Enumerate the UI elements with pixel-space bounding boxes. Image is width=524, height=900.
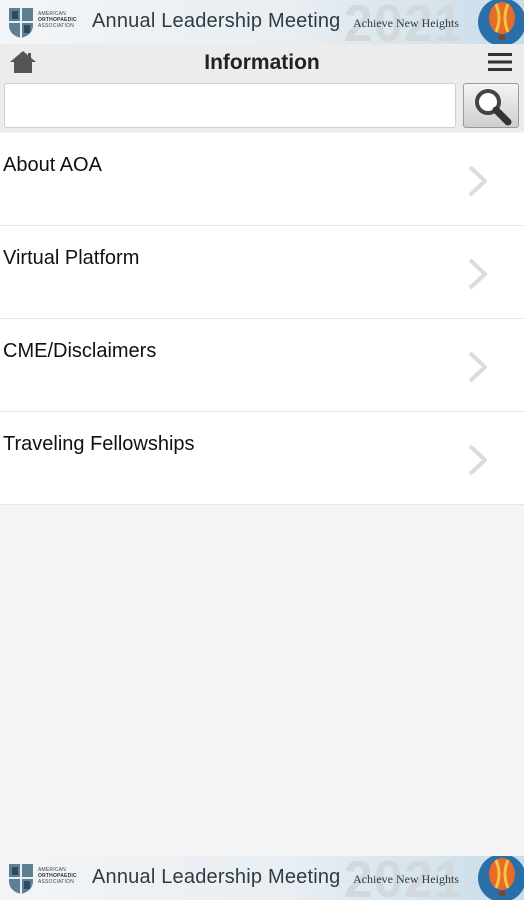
banner-tagline: Achieve New Heights (353, 16, 459, 30)
list-item-virtual-platform[interactable]: Virtual Platform (0, 226, 524, 319)
magnifier-icon (475, 89, 512, 126)
bottom-banner[interactable]: AMERICAN ORTHOPAEDIC ASSOCIATION 2021 An… (0, 856, 524, 900)
aoa-logo-icon (9, 864, 33, 894)
association-name: AMERICAN ORTHOPAEDIC ASSOCIATION (38, 867, 90, 885)
association-line: ASSOCIATION (38, 879, 75, 885)
page-title: Information (204, 51, 320, 74)
list-item-label: Virtual Platform (3, 247, 140, 269)
chevron-right-icon (468, 351, 487, 383)
hot-air-balloon-icon (478, 0, 524, 44)
menu-icon[interactable] (487, 51, 513, 73)
search-button[interactable] (463, 83, 519, 128)
chevron-right-icon (468, 258, 487, 290)
aoa-logo-icon (9, 8, 33, 38)
search-input[interactable] (4, 83, 456, 128)
chevron-right-icon (468, 444, 487, 476)
list-item-label: About AOA (3, 154, 102, 176)
list-item-cme-disclaimers[interactable]: CME/Disclaimers (0, 319, 524, 412)
top-banner[interactable]: AMERICAN ORTHOPAEDIC ASSOCIATION 2021 An… (0, 0, 524, 44)
title-bar: Information (0, 44, 524, 80)
information-list: About AOA Virtual Platform CME/Disclaime… (0, 133, 524, 505)
banner-tagline: Achieve New Heights (353, 872, 459, 886)
search-bar (0, 80, 524, 132)
banner-title: Annual Leadership Meeting (92, 866, 341, 888)
list-item-label: CME/Disclaimers (3, 340, 157, 362)
list-item-traveling-fellowships[interactable]: Traveling Fellowships (0, 412, 524, 505)
hot-air-balloon-icon (478, 856, 524, 900)
association-name: AMERICAN ORTHOPAEDIC ASSOCIATION (38, 11, 90, 29)
list-item-about-aoa[interactable]: About AOA (0, 133, 524, 226)
chevron-right-icon (468, 165, 487, 197)
list-item-label: Traveling Fellowships (3, 433, 195, 455)
banner-title: Annual Leadership Meeting (92, 10, 341, 32)
association-line: ASSOCIATION (38, 23, 75, 29)
